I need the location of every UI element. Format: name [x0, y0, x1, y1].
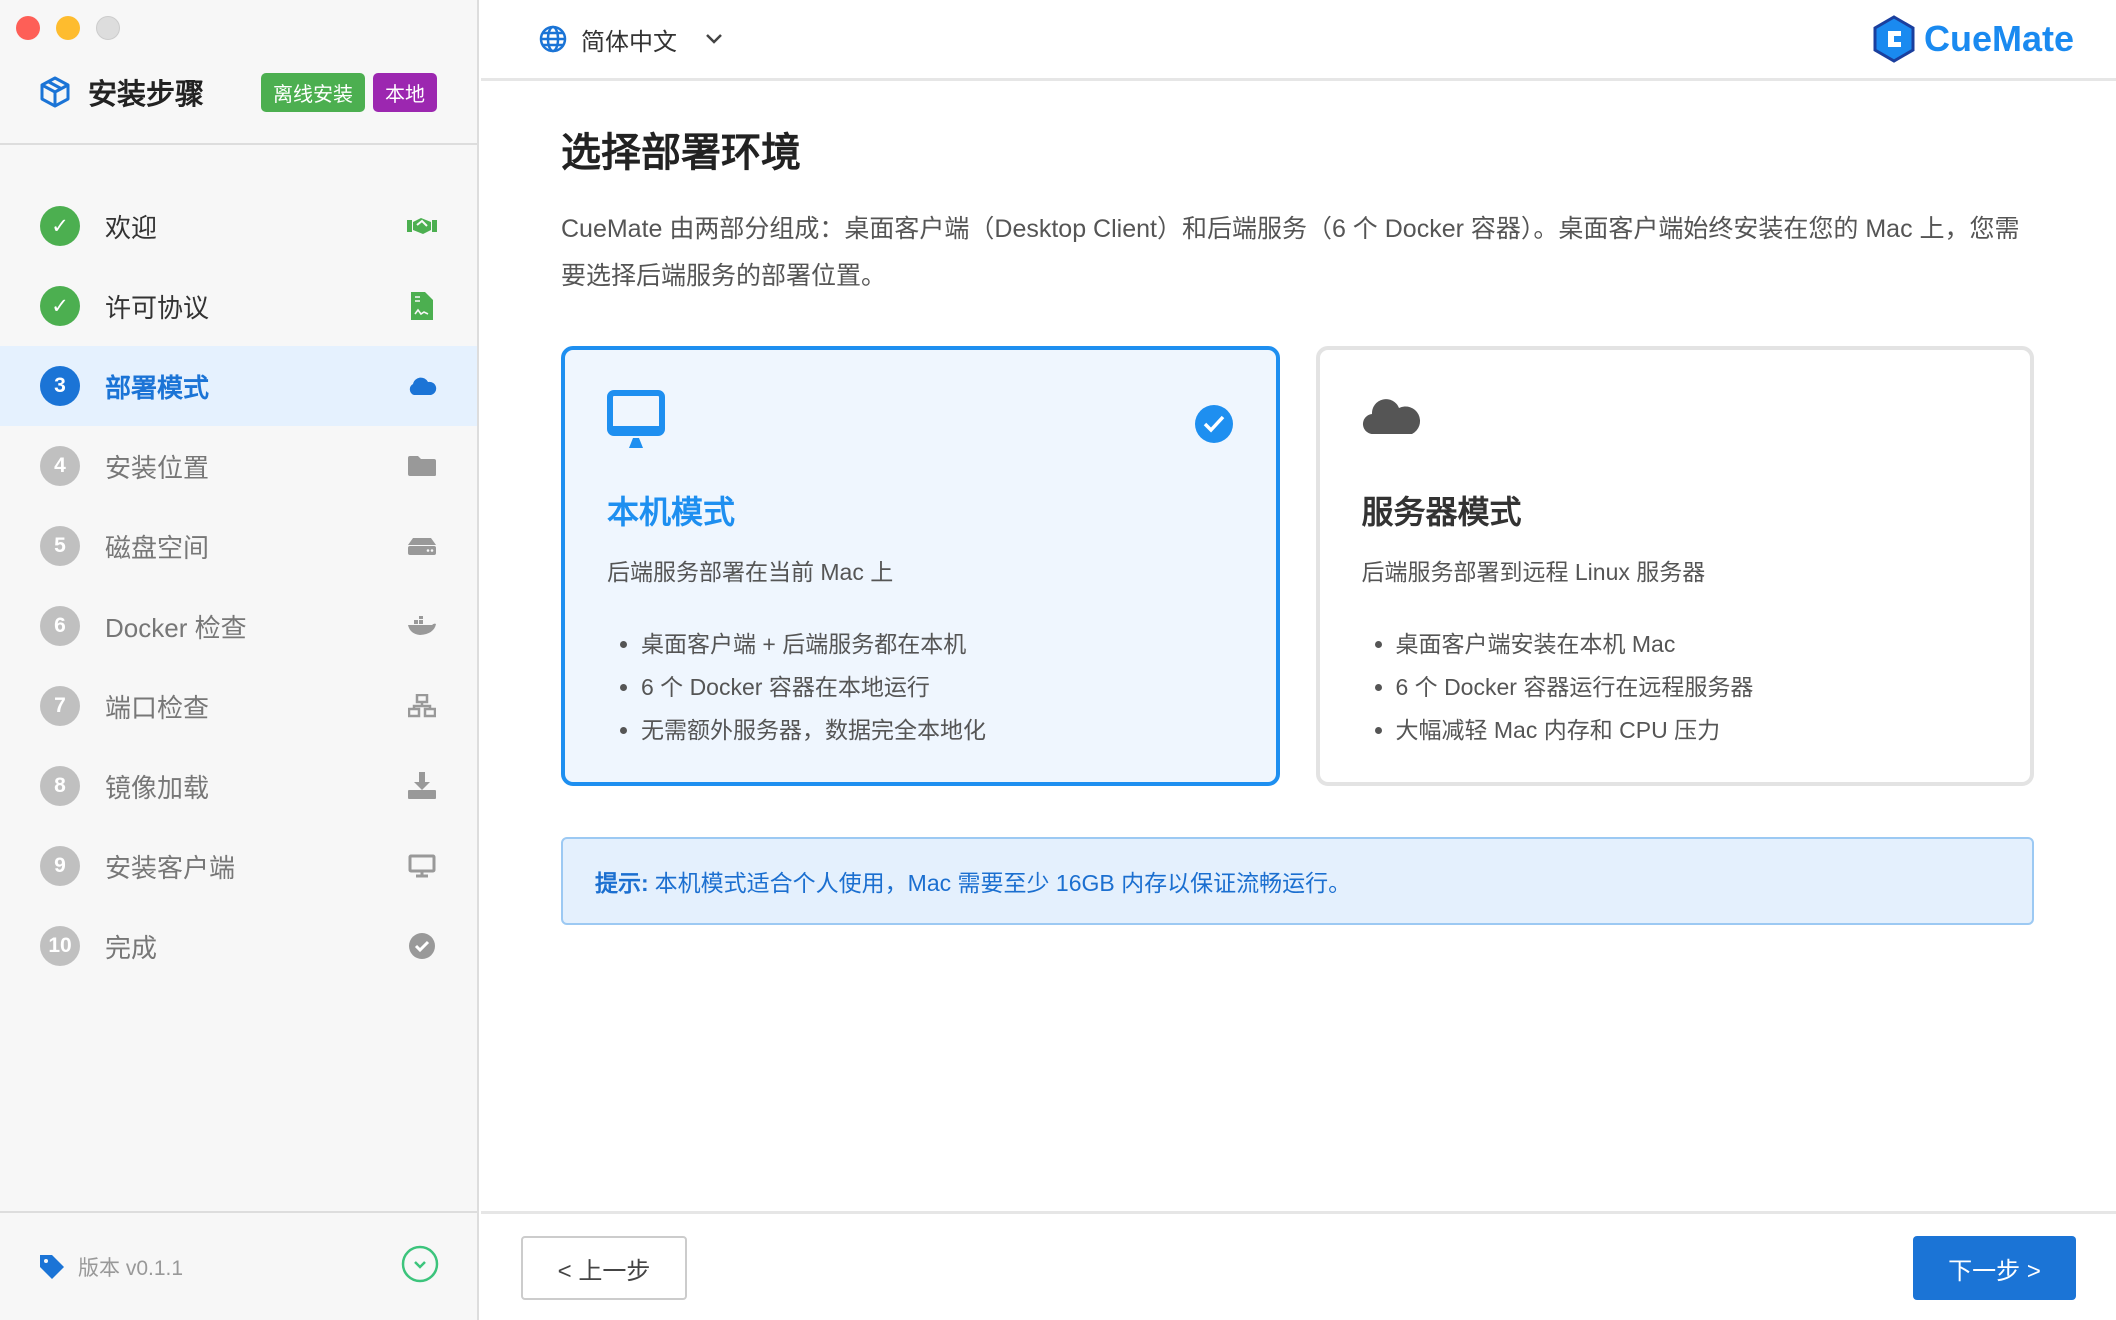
local-badge: 本地: [373, 73, 437, 112]
package-icon: [40, 76, 70, 108]
step-number: 9: [40, 846, 80, 886]
step-disk-space[interactable]: 5 磁盘空间: [0, 506, 477, 586]
list-item: 大幅减轻 Mac 内存和 CPU 压力: [1396, 709, 1989, 752]
step-label: Docker 检查: [105, 608, 247, 645]
monitor-icon: [407, 851, 437, 881]
page-description: CueMate 由两部分组成：桌面客户端（Desktop Client）和后端服…: [561, 206, 2034, 300]
step-label: 完成: [105, 928, 157, 965]
tag-icon: [38, 1253, 66, 1281]
close-window-button[interactable]: [16, 16, 40, 40]
list-item: 无需额外服务器，数据完全本地化: [641, 709, 1234, 752]
language-label: 简体中文: [581, 22, 677, 57]
download-icon: [407, 771, 437, 801]
list-item: 桌面客户端 + 后端服务都在本机: [641, 623, 1234, 666]
check-icon: ✓: [40, 206, 80, 246]
step-finish[interactable]: 10 完成: [0, 906, 477, 986]
step-deploy-mode[interactable]: 3 部署模式: [0, 346, 477, 426]
step-label: 部署模式: [105, 368, 209, 405]
step-number: 10: [40, 926, 80, 966]
brand-logo: CueMate: [1872, 15, 2074, 63]
handshake-icon: [407, 211, 437, 241]
list-item: 6 个 Docker 容器运行在远程服务器: [1396, 666, 1989, 709]
docker-icon: [407, 611, 437, 641]
step-docker-check[interactable]: 6 Docker 检查: [0, 586, 477, 666]
divider: [0, 1211, 477, 1213]
top-bar: 简体中文 CueMate: [481, 0, 2116, 81]
feature-list: 桌面客户端安装在本机 Mac 6 个 Docker 容器运行在远程服务器 大幅减…: [1362, 623, 1989, 752]
card-subtitle: 后端服务部署到远程 Linux 服务器: [1362, 553, 1989, 587]
step-label: 安装位置: [105, 448, 209, 485]
window-controls: [16, 16, 120, 40]
cloud-icon: [407, 371, 437, 401]
server-mode-card[interactable]: 服务器模式 后端服务部署到远程 Linux 服务器 桌面客户端安装在本机 Mac…: [1316, 346, 2035, 786]
step-number: 4: [40, 446, 80, 486]
step-welcome[interactable]: ✓ 欢迎: [0, 186, 477, 266]
version-label: 版本 v0.1.1: [78, 1252, 183, 1282]
document-signature-icon: [407, 291, 437, 321]
step-number: 7: [40, 686, 80, 726]
step-image-load[interactable]: 8 镜像加载: [0, 746, 477, 826]
step-label: 镜像加载: [105, 768, 209, 805]
list-item: 桌面客户端安装在本机 Mac: [1396, 623, 1989, 666]
step-label: 许可协议: [105, 288, 209, 325]
minimize-window-button[interactable]: [56, 16, 80, 40]
step-license[interactable]: ✓ 许可协议: [0, 266, 477, 346]
list-item: 6 个 Docker 容器在本地运行: [641, 666, 1234, 709]
step-install-location[interactable]: 4 安装位置: [0, 426, 477, 506]
card-title: 服务器模式: [1362, 487, 1989, 533]
hard-drive-icon: [407, 531, 437, 561]
feature-list: 桌面客户端 + 后端服务都在本机 6 个 Docker 容器在本地运行 无需额外…: [607, 623, 1234, 752]
step-install-client[interactable]: 9 安装客户端: [0, 826, 477, 906]
step-label: 端口检查: [105, 688, 209, 725]
offline-install-badge: 离线安装: [261, 73, 365, 112]
globe-icon: [539, 25, 567, 53]
folder-icon: [407, 451, 437, 481]
step-label: 欢迎: [105, 208, 157, 245]
cuemate-logo-icon: [1872, 15, 1916, 63]
monitor-icon: [607, 390, 665, 448]
sidebar-title: 安装步骤: [88, 71, 204, 113]
step-number: 5: [40, 526, 80, 566]
step-port-check[interactable]: 7 端口检查: [0, 666, 477, 746]
chevron-down-icon: [703, 28, 725, 50]
update-check-button[interactable]: [401, 1245, 439, 1288]
language-selector[interactable]: 简体中文: [539, 22, 725, 57]
next-button[interactable]: 下一步 >: [1913, 1236, 2076, 1300]
main-content: 选择部署环境 CueMate 由两部分组成：桌面客户端（Desktop Clie…: [561, 120, 2034, 300]
tip-text: 本机模式适合个人使用，Mac 需要至少 16GB 内存以保证流畅运行。: [655, 864, 1351, 898]
divider: [481, 1211, 2116, 1214]
network-icon: [407, 691, 437, 721]
page-title: 选择部署环境: [561, 120, 2034, 178]
step-list: ✓ 欢迎 ✓ 许可协议 3 部署模式 4 安装位置 5 磁盘空间 6 Docker 检查 7…: [0, 186, 477, 986]
sidebar-header: 安装步骤 离线安装 本地: [40, 68, 437, 116]
check-circle-icon: [407, 931, 437, 961]
version-info: 版本 v0.1.1: [38, 1245, 439, 1288]
selected-check-icon: [1194, 404, 1234, 444]
card-title: 本机模式: [607, 487, 1234, 533]
local-mode-card[interactable]: 本机模式 后端服务部署在当前 Mac 上 桌面客户端 + 后端服务都在本机 6 …: [561, 346, 1280, 786]
step-number: 8: [40, 766, 80, 806]
step-label: 安装客户端: [105, 848, 235, 885]
step-number: 3: [40, 366, 80, 406]
sidebar: 安装步骤 离线安装 本地 ✓ 欢迎 ✓ 许可协议 3 部署模式 4 安装位置 5 磁盘空间…: [0, 0, 479, 1320]
step-number: 6: [40, 606, 80, 646]
cloud-icon: [1362, 390, 1424, 448]
step-label: 磁盘空间: [105, 528, 209, 565]
previous-button[interactable]: < 上一步: [521, 1236, 687, 1300]
divider: [0, 143, 477, 145]
check-icon: ✓: [40, 286, 80, 326]
card-subtitle: 后端服务部署在当前 Mac 上: [607, 553, 1234, 587]
chevron-down-circle-icon: [401, 1245, 439, 1283]
tip-label: 提示:: [595, 864, 649, 898]
brand-name: CueMate: [1924, 18, 2074, 60]
zoom-window-button[interactable]: [96, 16, 120, 40]
tip-banner: 提示: 本机模式适合个人使用，Mac 需要至少 16GB 内存以保证流畅运行。: [561, 837, 2034, 925]
